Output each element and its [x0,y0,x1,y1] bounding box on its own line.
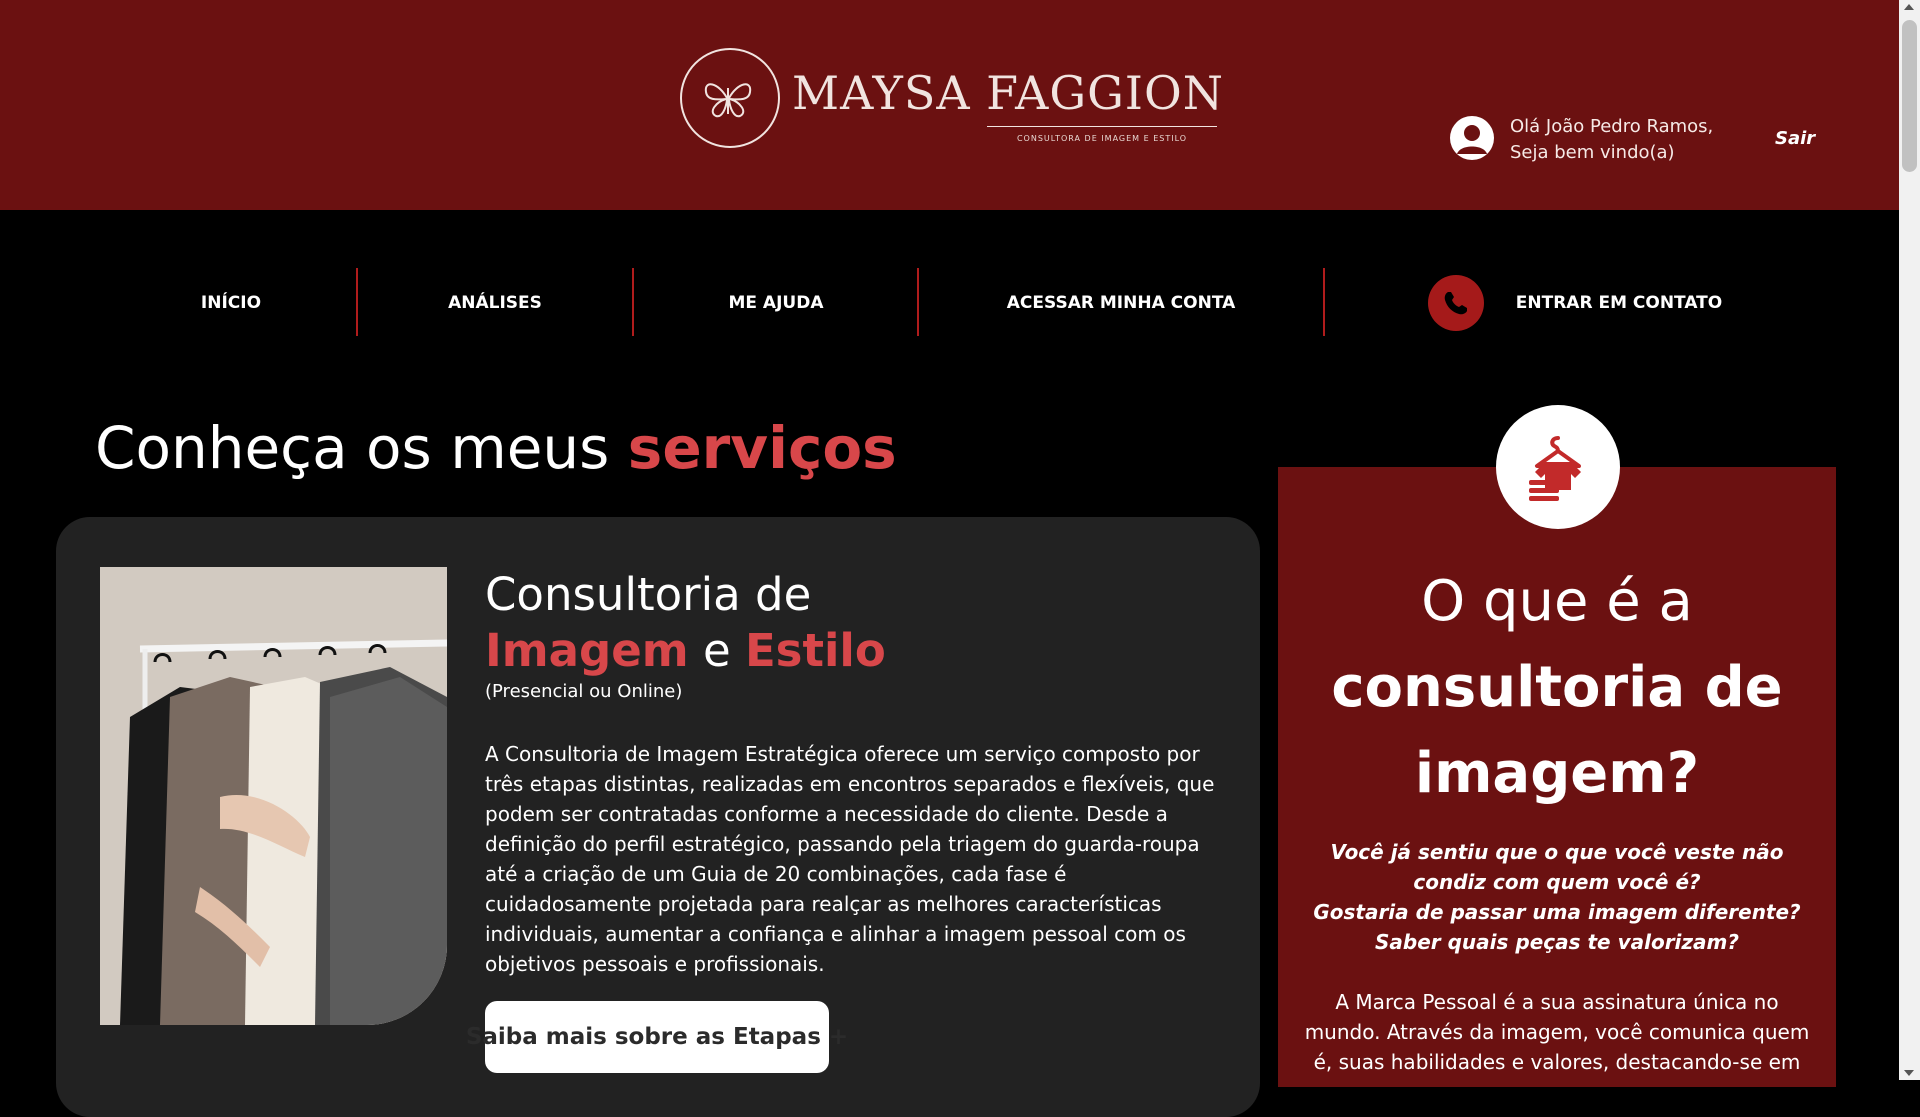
brand-logo[interactable]: MAYSA FAGGION CONSULTORA DE IMAGEM E EST… [680,48,1223,152]
user-greeting: Olá João Pedro Ramos, Seja bem vindo(a) [1450,114,1800,174]
main-nav: INÍCIO ANÁLISES ME AJUDA ACESSAR MINHA C… [0,210,1899,395]
scrollbar-thumb[interactable] [1902,20,1917,172]
service-title: Consultoria de Imagem e Estilo [485,567,886,679]
panel-question-2: Gostaria de passar uma imagem diferente?… [1313,900,1801,954]
nav-item-acessar-conta[interactable]: ACESSAR MINHA CONTA [919,210,1323,395]
clothes-rack-photo [100,567,447,1025]
logo-divider [987,126,1217,127]
learn-more-button[interactable]: Saiba mais sobre as Etapas + [466,1001,848,1073]
brand-tagline: CONSULTORA DE IMAGEM E ESTILO [1016,134,1188,143]
logout-link[interactable]: Sair [1775,128,1815,149]
service-card: Consultoria de Imagem e Estilo (Presenci… [56,517,1260,1117]
panel-title-line3: imagem? [1278,731,1836,817]
scroll-up-arrow-icon[interactable] [1904,4,1914,10]
panel-title-line1: O que é a [1421,569,1693,634]
site-header: MAYSA FAGGION CONSULTORA DE IMAGEM E EST… [0,0,1899,210]
panel-question-1: Você já sentiu que o que você veste não … [1330,840,1784,894]
nav-item-inicio[interactable]: INÍCIO [100,210,362,395]
consulting-info-panel: O que é a consultoria de imagem? Você já… [1278,467,1836,1087]
butterfly-logo-icon [680,48,780,148]
brand-name: MAYSA FAGGION [792,66,1224,120]
whatsapp-icon[interactable] [1427,274,1484,331]
service-subtitle: (Presencial ou Online) [485,681,683,702]
service-title-line2: Imagem e Estilo [485,623,886,679]
clothes-hanger-icon [1496,405,1620,529]
nav-item-me-ajuda[interactable]: ME AJUDA [634,210,918,395]
greeting-text: Olá João Pedro Ramos, Seja bem vindo(a) [1510,114,1713,166]
nav-item-analises[interactable]: ANÁLISES [358,210,632,395]
services-heading: Conheça os meus serviços [95,414,897,482]
service-title-line1: Consultoria de [485,568,812,621]
service-title-accent-imagem: Imagem [485,624,689,677]
nav-item-label: ANÁLISES [448,292,542,313]
nav-item-contato[interactable]: ENTRAR EM CONTATO [1325,210,1825,395]
service-title-connector: e [702,624,731,677]
panel-description: A Marca Pessoal é a sua assinatura única… [1304,990,1810,1074]
user-avatar-icon[interactable] [1450,116,1494,160]
nav-item-label: ACESSAR MINHA CONTA [1006,292,1236,313]
panel-title-bold1: consultoria de [1331,655,1783,720]
service-title-accent-estilo: Estilo [744,624,886,677]
service-description: A Consultoria de Imagem Estratégica ofer… [485,742,1215,976]
nav-item-label: ENTRAR EM CONTATO [1515,292,1723,313]
services-heading-prefix: Conheça os meus [95,414,610,482]
page-scrollbar[interactable] [1899,0,1920,1080]
greeting-welcome: Seja bem vindo(a) [1510,142,1675,163]
scroll-down-arrow-icon[interactable] [1904,1070,1914,1076]
nav-item-label: INÍCIO [200,292,262,313]
services-heading-accent: serviços [627,414,897,482]
greeting-name: Olá João Pedro Ramos, [1510,116,1714,137]
panel-title-bold2: imagem? [1414,741,1700,806]
panel-title: O que é a consultoria de imagem? [1278,559,1836,817]
panel-questions: Você já sentiu que o que você veste não … [1296,837,1818,957]
panel-title-line2: consultoria de [1278,645,1836,731]
nav-item-label: ME AJUDA [728,292,824,313]
